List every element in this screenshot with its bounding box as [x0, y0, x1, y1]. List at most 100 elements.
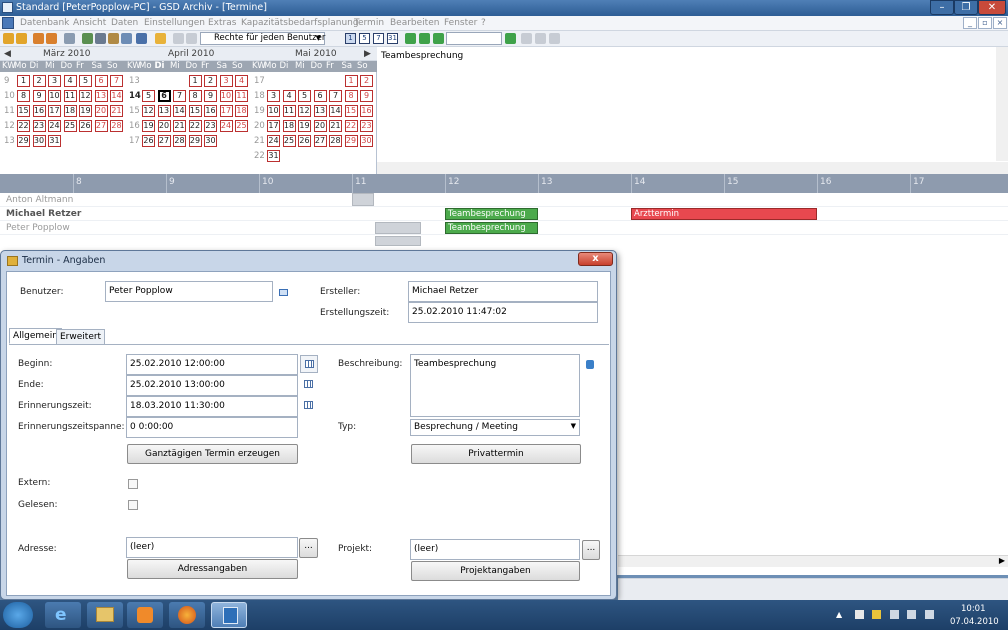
calendar-day[interactable]: 24	[219, 120, 233, 132]
calendar-day[interactable]: 31	[48, 135, 61, 147]
view-5-days-button[interactable]: 5	[359, 33, 370, 44]
calendar-day[interactable]: 7	[329, 90, 342, 102]
next-month-arrow[interactable]: ▶	[364, 49, 371, 59]
calendar-day[interactable]: 15	[17, 105, 30, 117]
gelesen-checkbox[interactable]	[128, 500, 138, 510]
menu-kapazitaetsbedarfsplanung[interactable]: Kapazitätsbedarfsplanung	[241, 18, 359, 28]
folder-tray-icon[interactable]	[872, 610, 881, 619]
adressangaben-button[interactable]: Adressangaben	[127, 559, 298, 579]
adresse-field[interactable]: (leer)	[126, 537, 298, 558]
calendar-icon[interactable]	[300, 397, 318, 415]
calendar-day[interactable]: 30	[360, 135, 373, 147]
calendar-day[interactable]: 14	[329, 105, 342, 117]
calendar-day[interactable]: 18	[63, 105, 77, 117]
calendar-day[interactable]: 7	[110, 75, 123, 87]
menu-einstellungen[interactable]: Einstellungen	[144, 18, 205, 28]
calendar-day[interactable]: 24	[48, 120, 61, 132]
internet-explorer-icon[interactable]: e	[45, 602, 81, 628]
calendar-day[interactable]: 23	[360, 120, 373, 132]
calendar-day[interactable]: 18	[235, 105, 248, 117]
calendar-day[interactable]: 4	[235, 75, 248, 87]
calendar-day[interactable]: 3	[267, 90, 280, 102]
calendar-day[interactable]: 26	[79, 120, 92, 132]
ende-field[interactable]: 25.02.2010 13:00:00	[126, 375, 298, 396]
calendar-day[interactable]: 14	[110, 90, 123, 102]
folder-icon[interactable]	[33, 33, 44, 44]
projektangaben-button[interactable]: Projektangaben	[411, 561, 580, 581]
calendar-day[interactable]: 1	[17, 75, 30, 87]
menu-termin[interactable]: Termin	[354, 18, 384, 28]
calendar-day[interactable]: 29	[344, 135, 358, 147]
calendar-day[interactable]: 19	[79, 105, 92, 117]
calendar-day[interactable]: 10	[48, 90, 61, 102]
calendar-day[interactable]: 30	[32, 135, 46, 147]
calendar-day[interactable]: 27	[157, 135, 171, 147]
clock-time[interactable]: 10:01	[961, 604, 986, 614]
signal-icon[interactable]	[907, 610, 916, 619]
appointment[interactable]: Teambesprechung	[445, 222, 538, 234]
ganztag-button[interactable]: Ganztägigen Termin erzeugen	[127, 444, 298, 464]
menu-datenbank[interactable]: Datenbank	[20, 18, 69, 28]
calendar-day[interactable]: 23	[204, 120, 217, 132]
calendar-day[interactable]: 27	[313, 135, 327, 147]
gsd-archiv-taskbar-button[interactable]	[211, 602, 247, 628]
media-player-icon[interactable]	[127, 602, 163, 628]
calendar-day[interactable]: 16	[360, 105, 373, 117]
calendar-day[interactable]: 9	[204, 90, 217, 102]
week-number[interactable]: 9	[4, 76, 9, 86]
week-number[interactable]: 19	[254, 106, 265, 116]
calendar-day[interactable]: 2	[32, 75, 46, 87]
calendar-day[interactable]: 26	[142, 135, 155, 147]
calendar-day[interactable]: 2	[360, 75, 373, 87]
calendar-day[interactable]: 28	[110, 120, 123, 132]
flag-icon[interactable]	[855, 610, 864, 619]
week-number[interactable]: 13	[4, 136, 15, 146]
menu-fenster[interactable]: Fenster	[444, 18, 477, 28]
page-icon[interactable]	[173, 33, 184, 44]
calendar-icon[interactable]	[300, 376, 318, 394]
calendar-day[interactable]: 12	[79, 90, 92, 102]
calendar-day[interactable]: 22	[17, 120, 30, 132]
signature-icon[interactable]	[186, 33, 197, 44]
calendar-day[interactable]: 7	[173, 90, 186, 102]
calendar-day[interactable]: 23	[32, 120, 46, 132]
appointment[interactable]: Teambesprechung	[445, 208, 538, 220]
go-icon[interactable]	[505, 33, 516, 44]
calendar-day[interactable]: 4	[282, 90, 296, 102]
scroll-right-arrow[interactable]: ▶	[999, 556, 1005, 565]
calendar-day[interactable]: 16	[204, 105, 217, 117]
open-icon[interactable]	[16, 33, 27, 44]
calendar-day[interactable]: 28	[329, 135, 342, 147]
rights-combo[interactable]: Rechte für jeden Benutzer ▼	[200, 32, 325, 45]
week-number[interactable]: 11	[4, 106, 15, 116]
calendar-day[interactable]: 17	[219, 105, 233, 117]
menu-extras[interactable]: Extras	[208, 18, 236, 28]
calendar-day[interactable]: 9	[360, 90, 373, 102]
calendar-day[interactable]: 6	[94, 75, 108, 87]
horizontal-scrollbar[interactable]	[377, 162, 1008, 174]
calendar-day[interactable]: 1	[188, 75, 202, 87]
projekt-field[interactable]: (leer)	[410, 539, 580, 560]
maximize-button[interactable]: ❐	[954, 0, 978, 15]
calendar-day[interactable]: 11	[282, 105, 296, 117]
users-icon[interactable]	[95, 33, 106, 44]
calendar-day[interactable]: 27	[94, 120, 108, 132]
calendar-day[interactable]: 13	[94, 90, 108, 102]
folder-alt-icon[interactable]	[46, 33, 57, 44]
prev-month-arrow[interactable]: ◀	[4, 49, 11, 59]
mdi-restore-button[interactable]: ▫	[978, 17, 992, 29]
close-window-button[interactable]: ✕	[978, 0, 1006, 15]
bell-icon[interactable]	[155, 33, 166, 44]
date-search-input[interactable]	[446, 32, 502, 45]
calendar-day[interactable]: 5	[142, 90, 155, 102]
picture-icon[interactable]	[82, 33, 93, 44]
spanne-field[interactable]: 0 0:00:00	[126, 417, 298, 438]
view-1-day-button[interactable]: 1	[345, 33, 356, 44]
calendar-day[interactable]: 21	[329, 120, 342, 132]
calendar-day[interactable]: 20	[94, 105, 108, 117]
next-icon[interactable]	[433, 33, 444, 44]
clock-date[interactable]: 07.04.2010	[950, 617, 999, 627]
calendar-day[interactable]: 19	[298, 120, 311, 132]
start-button[interactable]	[3, 602, 33, 628]
calendar-day[interactable]: 8	[17, 90, 30, 102]
